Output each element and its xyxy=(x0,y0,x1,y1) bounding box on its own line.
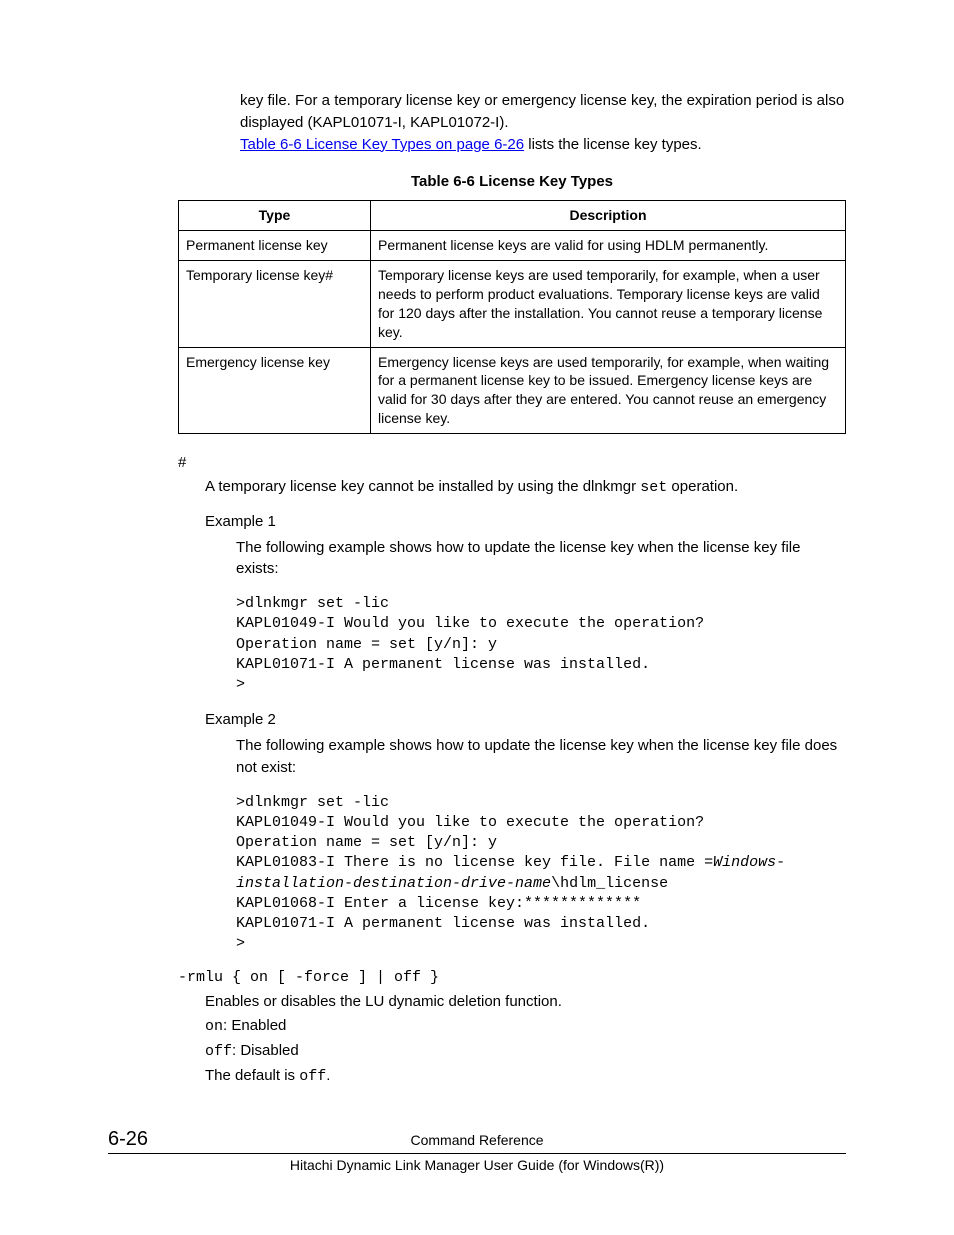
cell-desc: Permanent license keys are valid for usi… xyxy=(371,231,846,261)
option-on: on: Enabled xyxy=(205,1014,846,1039)
hash-text: A temporary license key cannot be instal… xyxy=(205,476,846,499)
example-2-desc: The following example shows how to updat… xyxy=(236,735,846,779)
on-code: on xyxy=(205,1018,223,1035)
page-footer: 6-26 Command Reference 6-26 Hitachi Dyna… xyxy=(0,1128,954,1173)
off-text: : Disabled xyxy=(232,1042,299,1059)
example-1-code: >dlnkmgr set -lic KAPL01049-I Would you … xyxy=(236,594,846,695)
guide-name: Hitachi Dynamic Link Manager User Guide … xyxy=(108,1154,846,1173)
table-header-row: Type Description xyxy=(179,201,846,231)
hash-note: # A temporary license key cannot be inst… xyxy=(178,454,846,499)
option-off: off: Disabled xyxy=(205,1039,846,1064)
intro-line1: key file. For a temporary license key or… xyxy=(240,92,844,131)
section-name: Command Reference xyxy=(148,1132,806,1148)
default-pre: The default is xyxy=(205,1067,299,1084)
intro-line2-rest: lists the license key types. xyxy=(524,136,702,153)
cell-desc: Emergency license keys are used temporar… xyxy=(371,347,846,434)
on-text: : Enabled xyxy=(223,1017,286,1034)
off-code: off xyxy=(205,1043,232,1060)
table-title: Table 6-6 License Key Types xyxy=(178,173,846,190)
cell-type: Temporary license key# xyxy=(179,261,371,348)
example-2: Example 2 The following example shows ho… xyxy=(205,709,846,954)
intro-paragraph: key file. For a temporary license key or… xyxy=(240,90,846,155)
page-number: 6-26 xyxy=(108,1128,148,1151)
option-section: -rmlu { on [ -force ] | off } Enables or… xyxy=(205,969,846,1089)
table-row: Temporary license key# Temporary license… xyxy=(179,261,846,348)
hash-code: set xyxy=(640,479,667,496)
hash-post: operation. xyxy=(667,478,738,495)
example-1-desc: The following example shows how to updat… xyxy=(236,537,846,581)
default-code: off xyxy=(299,1068,326,1085)
cell-type: Emergency license key xyxy=(179,347,371,434)
col-header-desc: Description xyxy=(371,201,846,231)
example-1: Example 1 The following example shows ho… xyxy=(205,511,846,696)
option-desc: Enables or disables the LU dynamic delet… xyxy=(205,990,846,1014)
col-header-type: Type xyxy=(179,201,371,231)
default-post: . xyxy=(326,1067,330,1084)
cell-type: Permanent license key xyxy=(179,231,371,261)
table-row: Permanent license key Permanent license … xyxy=(179,231,846,261)
cell-desc: Temporary license keys are used temporar… xyxy=(371,261,846,348)
option-default: The default is off. xyxy=(205,1064,846,1089)
hash-pre: A temporary license key cannot be instal… xyxy=(205,478,640,495)
option-syntax: -rmlu { on [ -force ] | off } xyxy=(178,969,846,986)
example-1-title: Example 1 xyxy=(205,511,846,533)
hash-mark: # xyxy=(178,454,846,471)
example-2-code: >dlnkmgr set -lic KAPL01049-I Would you … xyxy=(236,793,846,955)
link-table-ref[interactable]: Table 6-6 License Key Types on page 6-26 xyxy=(240,136,524,153)
example-2-title: Example 2 xyxy=(205,709,846,731)
table-row: Emergency license key Emergency license … xyxy=(179,347,846,434)
license-key-table: Type Description Permanent license key P… xyxy=(178,200,846,434)
